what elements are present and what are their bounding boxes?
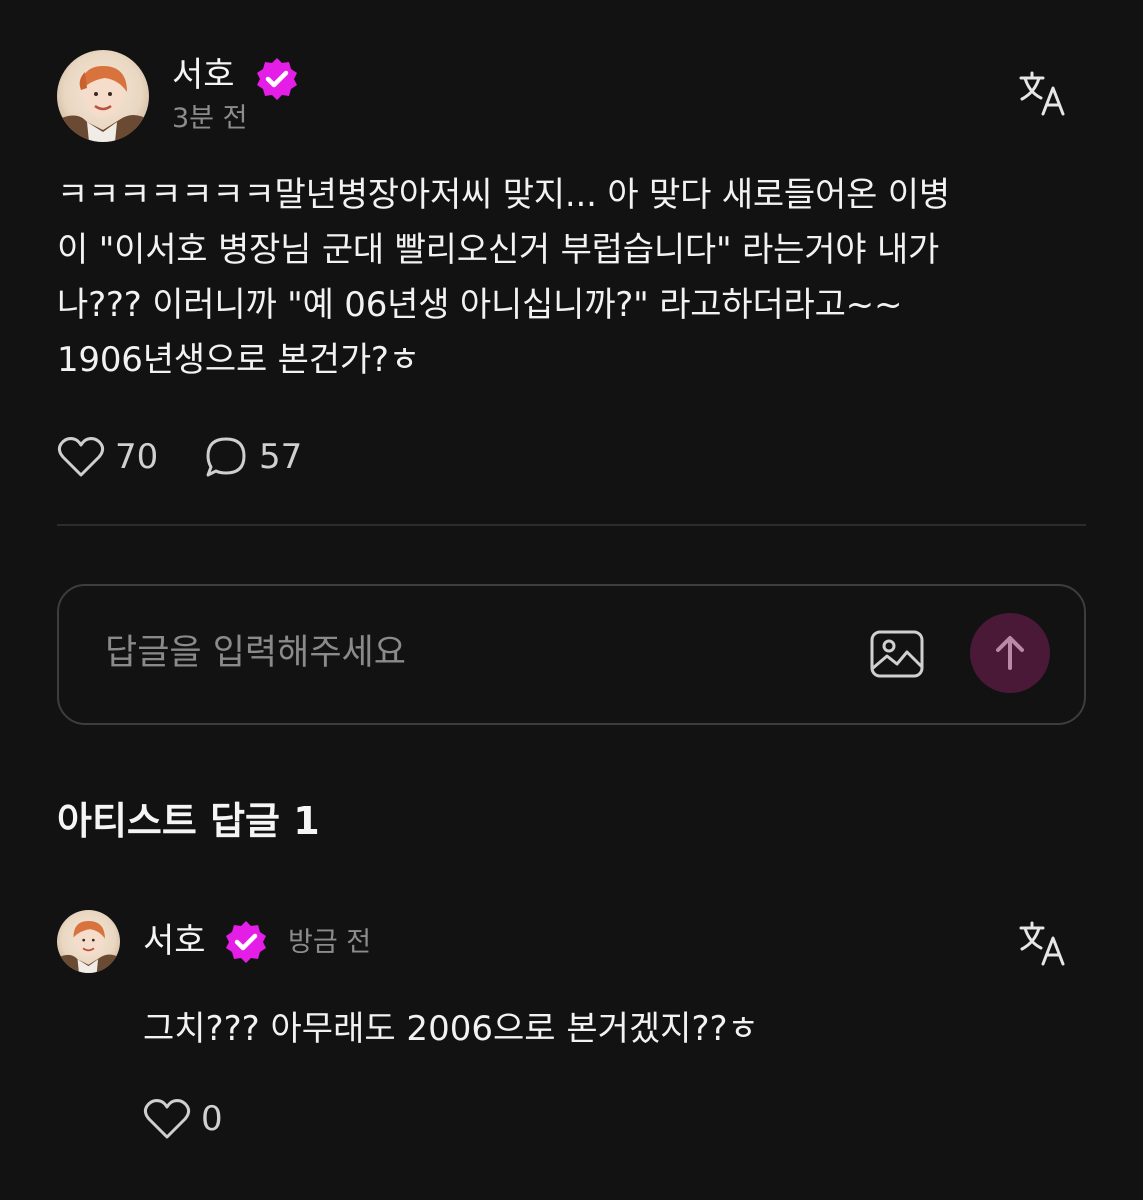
reply-composer [57,584,1086,725]
divider [57,524,1086,526]
reply-author-name[interactable]: 서호 [143,920,206,962]
post-body-line: ㅋㅋㅋㅋㅋㅋㅋ말년병장아저씨 맞지... 아 맞다 새로들어온 이병 [57,175,950,215]
verified-badge-icon [226,921,266,963]
comment-bubble-icon [206,437,246,477]
author-name[interactable]: 서호 [172,54,235,96]
heart-icon [57,437,105,477]
reply-like-count: 0 [201,1099,223,1139]
verified-badge-icon [257,58,297,100]
like-count: 70 [115,437,159,477]
reply-like-button[interactable]: 0 [143,1094,223,1144]
reply-body: 그치??? 아무래도 2006으로 본거겠지??ㅎ [143,1009,759,1049]
post-body: ㅋㅋㅋㅋㅋㅋㅋ말년병장아저씨 맞지... 아 맞다 새로들어온 이병 이 "이서… [57,168,1097,388]
reply-time: 방금 전 [288,927,372,958]
send-button[interactable] [970,613,1050,693]
heart-icon [143,1099,191,1139]
post-body-line: 1906년생으로 본건가?ㅎ [57,340,420,380]
translate-icon[interactable] [1017,68,1069,120]
arrow-up-icon [996,636,1024,670]
artist-reply-header: 서호 방금 전 [57,910,1086,974]
post-body-line: 이 "이서호 병장님 군대 빨리오신거 부럽습니다" 라는거야 내가 [57,230,940,270]
reply-author-avatar[interactable] [57,910,120,973]
post-header: 서호 3분 전 [57,48,1086,142]
author-avatar[interactable] [57,50,149,142]
reply-input[interactable] [105,628,845,678]
post-body-line: 나??? 이러니까 "예 06년생 아니십니까?" 라고하더라고~~ [57,285,903,325]
like-button[interactable]: 70 [57,432,158,482]
comment-count: 57 [259,437,303,477]
post-time: 3분 전 [172,103,248,134]
image-icon[interactable] [869,628,925,680]
comment-button[interactable]: 57 [203,432,302,482]
artist-replies-title: 아티스트 답글 1 [57,799,320,843]
translate-icon[interactable] [1017,918,1069,970]
